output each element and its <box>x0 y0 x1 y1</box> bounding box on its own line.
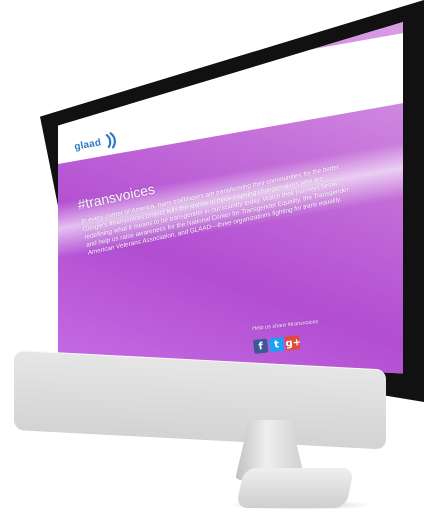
google-plus-share-button[interactable]: g+ <box>284 335 302 351</box>
logo-text: glaad <box>73 136 103 153</box>
facebook-icon: f <box>257 340 264 352</box>
monitor-stand-base <box>235 468 355 508</box>
twitter-share-button[interactable]: t <box>268 336 285 353</box>
sound-waves-icon <box>105 132 117 149</box>
monitor-screen: glaad #transvoices In every corner of Am… <box>58 22 403 374</box>
facebook-share-button[interactable]: f <box>253 338 269 354</box>
imac-scene: glaad #transvoices In every corner of Am… <box>0 0 424 518</box>
google-plus-icon: g+ <box>284 336 302 350</box>
twitter-icon: t <box>273 338 280 351</box>
